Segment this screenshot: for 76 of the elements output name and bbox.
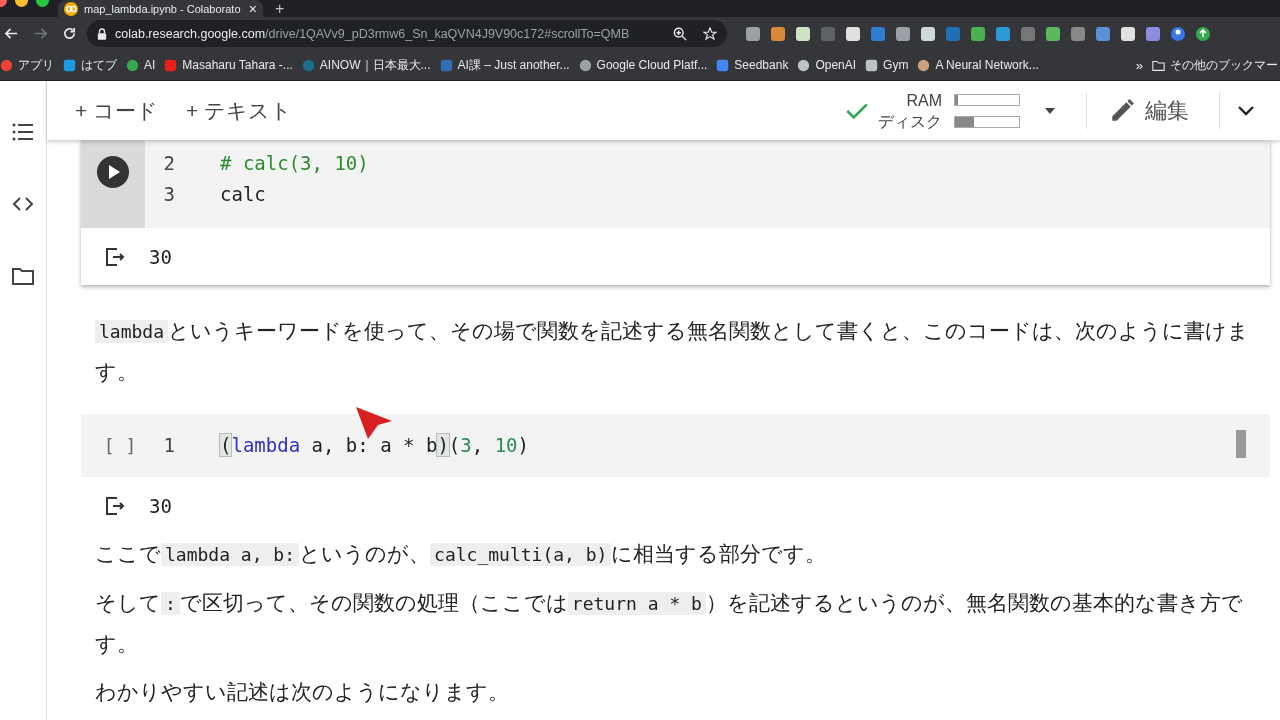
extension-icon[interactable] xyxy=(1045,25,1061,42)
zoom-icon[interactable] xyxy=(673,26,687,41)
folder-icon xyxy=(1152,58,1165,72)
bookmark[interactable]: A Neural Network... xyxy=(917,58,1039,72)
bookmark-favicon-icon xyxy=(126,58,139,72)
bookmark-favicon-icon xyxy=(865,58,879,72)
bookmark-favicon-icon xyxy=(716,58,730,72)
bookmark[interactable]: Google Cloud Platf... xyxy=(578,58,708,72)
bookmark[interactable]: OpenAI xyxy=(797,58,857,72)
extension-icon[interactable] xyxy=(845,25,861,42)
address-bar[interactable]: colab.research.google.com/drive/1QAVv9_pD3rmw6_Sn_kaQVN4J9V90c172#scrollTo=QMB xyxy=(87,20,727,47)
code-line: (lambda a, b: a * b)(3, 10) xyxy=(220,433,529,458)
bookmark-favicon-icon xyxy=(164,58,178,72)
browser-tab[interactable]: map_lambda.ipynb - Colaborato × xyxy=(58,0,263,17)
extension-icon[interactable] xyxy=(895,25,911,42)
bookmark-favicon-icon xyxy=(301,58,315,72)
lock-icon xyxy=(97,27,107,40)
paragraph: そして : で区切って、その関数の処理（ここでは return a * b ）を記述するというのが、無名関数の基本的な書き方です。 xyxy=(95,590,1244,658)
bookmark[interactable]: Masaharu Tahara -... xyxy=(164,58,293,72)
extension-icon[interactable] xyxy=(795,25,811,42)
edit-button[interactable]: 編集 xyxy=(1109,95,1189,126)
new-tab-button[interactable]: + xyxy=(275,0,285,17)
reload-icon[interactable] xyxy=(62,26,77,41)
extension-icon[interactable] xyxy=(770,25,786,42)
tab-title: map_lambda.ipynb - Colaborato xyxy=(84,2,242,15)
bookmark[interactable]: はてブ xyxy=(63,56,117,74)
bookmark-favicon-icon xyxy=(63,58,76,72)
line-number: 2 xyxy=(162,151,175,176)
resources-button[interactable]: RAM ディスク xyxy=(878,89,1020,132)
other-bookmarks-folder[interactable]: その他のブックマー xyxy=(1152,56,1278,74)
bookmark-favicon-icon xyxy=(439,58,453,72)
paragraph: ここで lambda a, b: というのが、 calc_multi(a, b) に相当する部分です。 xyxy=(95,541,828,568)
cell-output: 30 xyxy=(149,245,172,268)
code-line: # calc(3, 10) xyxy=(220,151,369,176)
bookmark[interactable]: AI xyxy=(126,58,156,72)
run-button[interactable] xyxy=(97,156,129,188)
extension-icon[interactable] xyxy=(920,25,936,42)
ram-label: RAM xyxy=(906,90,942,111)
bookmark[interactable]: Seedbank xyxy=(716,58,789,72)
disk-label: ディスク xyxy=(878,111,942,132)
add-text-button[interactable]: + テキスト xyxy=(186,96,293,125)
bookmark-favicon-icon xyxy=(578,58,592,72)
add-code-button[interactable]: + コード xyxy=(75,96,159,125)
code-cell[interactable]: 2 # calc(3, 10) 3 calc 30 xyxy=(81,140,1270,285)
bookmark-favicon-icon xyxy=(0,58,13,72)
scrollbar-thumb[interactable] xyxy=(1236,430,1246,458)
more-bookmarks-button[interactable]: » xyxy=(1135,57,1143,73)
extension-icon[interactable] xyxy=(1120,25,1136,42)
code-line: calc xyxy=(220,182,266,207)
cell-output: 30 xyxy=(149,494,172,517)
forward-icon[interactable] xyxy=(33,26,48,41)
bookmark[interactable]: AINOW｜日本最大... xyxy=(301,56,431,74)
line-number: 3 xyxy=(162,182,175,207)
bookmark[interactable]: アプリ xyxy=(0,56,54,74)
run-button[interactable]: [ ] xyxy=(103,435,137,456)
colab-logo-icon xyxy=(64,1,78,16)
line-number: 1 xyxy=(162,433,175,458)
bookmark-favicon-icon xyxy=(797,58,811,72)
extension-icon[interactable] xyxy=(995,25,1011,42)
bookmark[interactable]: Gym xyxy=(865,58,909,72)
extension-icon[interactable] xyxy=(1095,25,1111,42)
bookmark-favicon-icon xyxy=(917,58,931,72)
star-icon[interactable] xyxy=(703,26,717,41)
url-text: colab.research.google.com/drive/1QAVv9_pD3rmw6_Sn_kaQVN4J9V90c172#scrollTo=QMB xyxy=(115,26,631,41)
back-icon[interactable] xyxy=(4,26,19,41)
extension-icon[interactable] xyxy=(745,25,761,42)
caret-icon[interactable] xyxy=(1044,106,1056,115)
extension-icon[interactable] xyxy=(970,25,986,42)
pencil-icon xyxy=(1109,97,1135,124)
paragraph: lambda というキーワードを使って、その場で関数を記述する無名関数として書くと、このコードは、次のように書けます。 xyxy=(95,318,1251,386)
profile-avatar-icon[interactable] xyxy=(1170,25,1186,42)
update-icon[interactable] xyxy=(1195,25,1211,42)
bookmark[interactable]: AI課 – Just another... xyxy=(439,56,570,74)
tab-close-button[interactable]: × xyxy=(248,1,257,16)
extension-icon[interactable] xyxy=(1145,25,1161,42)
paragraph: わかりやすい記述は次のようになります。 xyxy=(95,679,510,706)
